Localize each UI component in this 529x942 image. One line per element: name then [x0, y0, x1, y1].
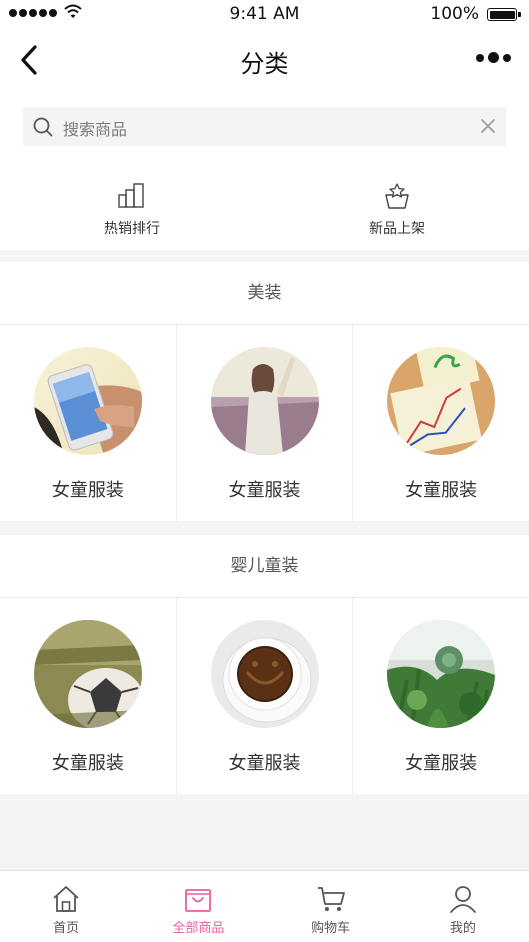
category-item-label: 女童服装: [228, 480, 301, 501]
category-item[interactable]: 女童服装: [177, 598, 354, 794]
search-area: 搜索商品: [0, 92, 529, 160]
category-item[interactable]: 女童服装: [177, 325, 354, 521]
tab-label: 购物车: [311, 921, 351, 936]
more-options-button[interactable]: [476, 52, 511, 63]
category-item-label: 女童服装: [405, 480, 478, 501]
tab-home[interactable]: 首页: [0, 871, 132, 942]
category-item-label: 女童服装: [51, 480, 124, 501]
category-section: 美装 女童服装 女童服装 女童服装: [0, 262, 529, 521]
category-item[interactable]: 女童服装: [0, 598, 177, 794]
more-dot-icon: [476, 53, 484, 62]
girl-by-sea-photo: [210, 347, 319, 455]
succulent-plants-photo: [387, 620, 496, 728]
tab-cart[interactable]: 购物车: [265, 871, 397, 942]
cart-icon: [317, 887, 345, 911]
quick-link-label: 新品上架: [369, 221, 425, 237]
quick-link-hot-ranking[interactable]: 热销排行: [72, 182, 192, 238]
quick-links: 热销排行 新品上架: [0, 160, 529, 250]
search-input[interactable]: 搜索商品: [23, 107, 506, 146]
tab-profile[interactable]: 我的: [397, 871, 529, 942]
tab-all-products[interactable]: 全部商品: [132, 871, 264, 942]
category-item[interactable]: 女童服装: [0, 325, 177, 521]
home-icon: [53, 886, 79, 912]
section-title: 美装: [0, 262, 529, 325]
quick-link-new-arrivals[interactable]: 新品上架: [337, 182, 457, 238]
category-item-label: 女童服装: [228, 753, 301, 774]
category-section: 婴儿童装 女童服装 女童服装 女童服装: [0, 535, 529, 794]
more-dot-icon: [488, 52, 499, 63]
tab-label: 首页: [53, 921, 80, 936]
user-icon: [449, 886, 476, 913]
charts-on-paper-photo: [387, 347, 496, 455]
navigation-bar: 分类: [0, 28, 529, 92]
tab-label: 全部商品: [172, 921, 225, 936]
status-bar: 9:41 AM 100%: [0, 0, 529, 28]
shopping-bag-icon: [185, 889, 212, 912]
more-dot-icon: [503, 53, 511, 62]
search-placeholder: 搜索商品: [63, 120, 128, 139]
category-item[interactable]: 女童服装: [353, 598, 529, 794]
battery-percentage: 100%: [430, 4, 479, 24]
category-item-label: 女童服装: [405, 753, 478, 774]
quick-link-label: 热销排行: [104, 221, 160, 237]
clear-icon[interactable]: [480, 118, 496, 134]
search-icon: [33, 117, 53, 137]
battery-icon: [487, 8, 521, 21]
bar-chart-icon: [118, 183, 144, 208]
phone-in-hand-photo: [33, 347, 142, 455]
page-title: 分类: [240, 50, 289, 78]
coffee-cup-photo: [210, 620, 319, 728]
category-item[interactable]: 女童服装: [353, 325, 529, 521]
category-item-label: 女童服装: [51, 753, 124, 774]
section-title: 婴儿童装: [0, 535, 529, 598]
new-arrival-icon: [385, 183, 409, 209]
football-on-grass-photo: [33, 620, 142, 728]
tab-bar: 首页 全部商品 购物车 我的: [0, 870, 529, 942]
tab-label: 我的: [449, 921, 476, 936]
